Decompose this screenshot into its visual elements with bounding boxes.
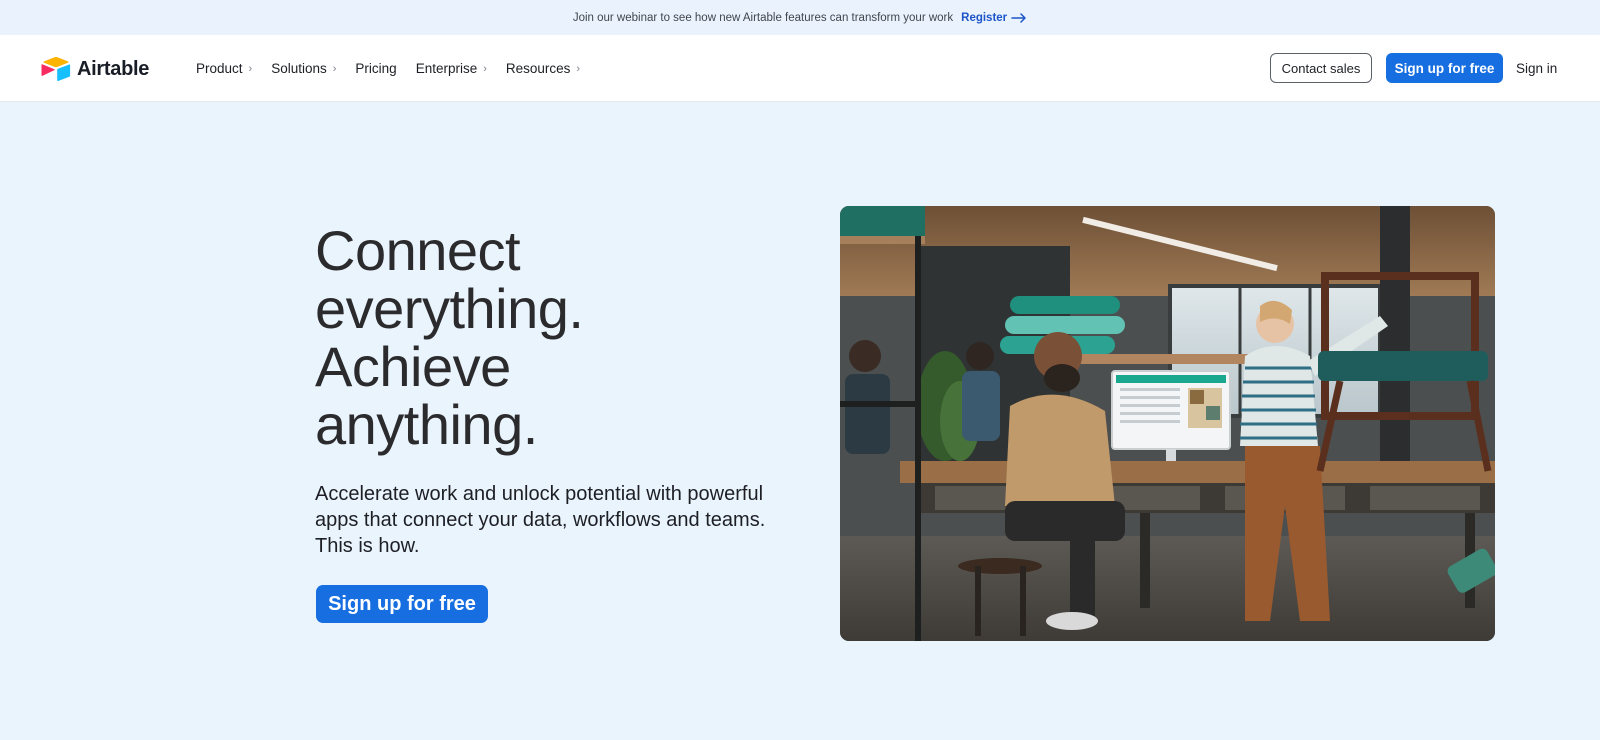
hero-title-line: Connect — [315, 219, 521, 282]
chevron-right-icon: › — [483, 62, 487, 75]
hero-image — [840, 206, 1495, 641]
hero-title-line: everything. — [315, 277, 584, 340]
nav-item-label: Product — [196, 61, 243, 76]
nav-item-label: Enterprise — [415, 61, 478, 76]
logo-wordmark: Airtable — [77, 57, 150, 80]
contact-sales-button[interactable]: Contact sales — [1270, 53, 1372, 83]
nav-item-label: Solutions — [271, 61, 327, 76]
hero-title-line: anything. — [315, 393, 538, 456]
hero-subtitle: Accelerate work and unlock potential wit… — [315, 483, 766, 557]
hero-signup-button[interactable]: Sign up for free — [316, 585, 488, 623]
main-nav: Product › Solutions › Pricing Enterprise… — [196, 35, 599, 102]
arrow-right-icon — [1011, 12, 1026, 23]
header-signup-button[interactable]: Sign up for free — [1386, 53, 1503, 83]
announcement-banner: Join our webinar to see how new Airtable… — [0, 0, 1600, 35]
nav-item-resources[interactable]: Resources › — [506, 61, 580, 76]
airtable-logo[interactable]: Airtable — [41, 55, 149, 83]
nav-item-enterprise[interactable]: Enterprise › — [416, 61, 487, 76]
sign-in-link[interactable]: Sign in — [1516, 61, 1557, 76]
nav-item-label: Pricing — [355, 61, 397, 76]
hero-title: Connect everything. Achieve anything. — [315, 222, 755, 454]
nav-item-label: Resources — [505, 61, 571, 76]
airtable-logo-icon — [41, 56, 71, 82]
nav-item-pricing[interactable]: Pricing — [355, 61, 396, 76]
chevron-right-icon: › — [332, 62, 337, 75]
hero-title-line: Achieve — [315, 335, 511, 398]
nav-item-solutions[interactable]: Solutions › — [271, 61, 336, 76]
chevron-right-icon: › — [576, 62, 581, 75]
chevron-right-icon: › — [248, 62, 253, 75]
site-header: Airtable Product › Solutions › Pricing E… — [0, 35, 1600, 102]
nav-item-product[interactable]: Product › — [196, 61, 252, 76]
register-link[interactable]: Register — [961, 12, 1027, 24]
register-link-label: Register — [961, 11, 1008, 24]
banner-text: Join our webinar to see how new Airtable… — [572, 11, 954, 24]
office-team-photo — [840, 206, 1495, 641]
